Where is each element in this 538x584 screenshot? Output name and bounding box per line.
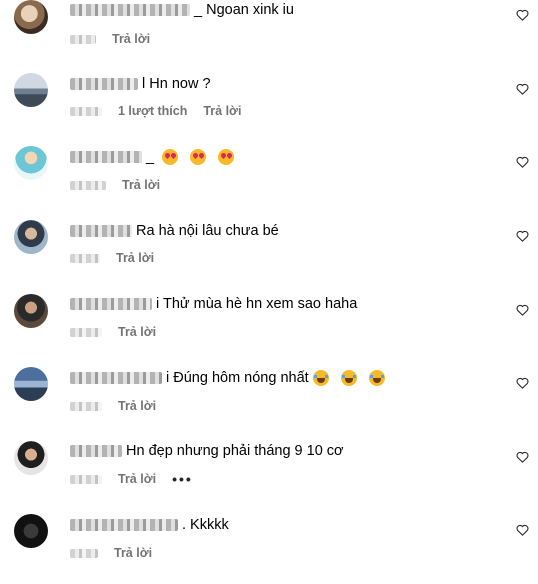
timestamp (70, 34, 96, 44)
timestamp (70, 180, 106, 190)
heart-icon[interactable] (516, 156, 529, 168)
avatar[interactable] (14, 441, 48, 475)
timestamp (70, 548, 98, 558)
likes-count[interactable]: 1 lượt thích (118, 104, 187, 118)
comment-text: _ Ngoan xink iu (194, 2, 294, 18)
reply-button[interactable]: Trả lời (118, 399, 156, 413)
avatar[interactable] (14, 73, 48, 107)
avatar[interactable] (14, 0, 48, 34)
username[interactable] (70, 78, 138, 90)
username[interactable] (70, 151, 142, 163)
comment-item: . Kkkkk Trả lời (0, 514, 538, 584)
reply-button[interactable]: Trả lời (118, 472, 156, 486)
heart-icon[interactable] (516, 524, 529, 536)
timestamp (70, 474, 102, 484)
username[interactable] (70, 225, 132, 237)
avatar[interactable] (14, 367, 48, 401)
emoji-group (311, 370, 385, 387)
avatar[interactable] (14, 146, 48, 180)
reply-button[interactable]: Trả lời (116, 251, 154, 265)
reply-button[interactable]: Trả lời (203, 104, 241, 118)
comment-item: _ Trả lời (0, 146, 538, 216)
username[interactable] (70, 519, 178, 531)
avatar[interactable] (14, 220, 48, 254)
comment-item: Hn đẹp nhưng phải tháng 9 10 cơ Trả lời … (0, 441, 538, 511)
username[interactable] (70, 372, 162, 384)
comment-item: i Thử mùa hè hn xem sao haha Trả lời (0, 294, 538, 364)
username[interactable] (70, 4, 190, 16)
emoji-group (160, 149, 235, 166)
comment-item: l Hn now ? 1 lượt thích Trả lời (0, 73, 538, 143)
laughing-emoji-icon (340, 370, 357, 387)
username[interactable] (70, 298, 152, 310)
timestamp (70, 401, 102, 411)
comment-item: _ Ngoan xink iu Trả lời (0, 0, 538, 70)
comment-text: l Hn now ? (142, 76, 211, 92)
more-options-icon[interactable]: ••• (172, 471, 193, 487)
heart-eyes-emoji-icon (218, 149, 235, 166)
heart-eyes-emoji-icon (190, 149, 207, 166)
avatar[interactable] (14, 514, 48, 548)
reply-button[interactable]: Trả lời (112, 32, 150, 46)
comment-text: _ (146, 149, 155, 165)
timestamp (70, 106, 102, 116)
comment-text: . Kkkkk (182, 517, 229, 533)
heart-eyes-emoji-icon (162, 149, 179, 166)
laughing-emoji-icon (368, 370, 385, 387)
reply-button[interactable]: Trả lời (122, 178, 160, 192)
avatar[interactable] (14, 294, 48, 328)
reply-button[interactable]: Trả lời (118, 325, 156, 339)
comment-item: i Đúng hôm nóng nhất Trả lời (0, 367, 538, 437)
reply-button[interactable]: Trả lời (114, 546, 152, 560)
comment-text: i Đúng hôm nóng nhất (166, 370, 309, 386)
comment-text: Hn đẹp nhưng phải tháng 9 10 cơ (126, 443, 344, 459)
comment-text: Ra hà nội lâu chưa bé (136, 223, 279, 239)
heart-icon[interactable] (516, 230, 529, 242)
comment-text: i Thử mùa hè hn xem sao haha (156, 296, 358, 312)
timestamp (70, 327, 102, 337)
heart-icon[interactable] (516, 9, 529, 21)
username[interactable] (70, 445, 122, 457)
comment-item: Ra hà nội lâu chưa bé Trả lời (0, 220, 538, 290)
heart-icon[interactable] (516, 83, 529, 95)
timestamp (70, 253, 100, 263)
heart-icon[interactable] (516, 304, 529, 316)
heart-icon[interactable] (516, 451, 529, 463)
heart-icon[interactable] (516, 377, 529, 389)
laughing-emoji-icon (312, 370, 329, 387)
